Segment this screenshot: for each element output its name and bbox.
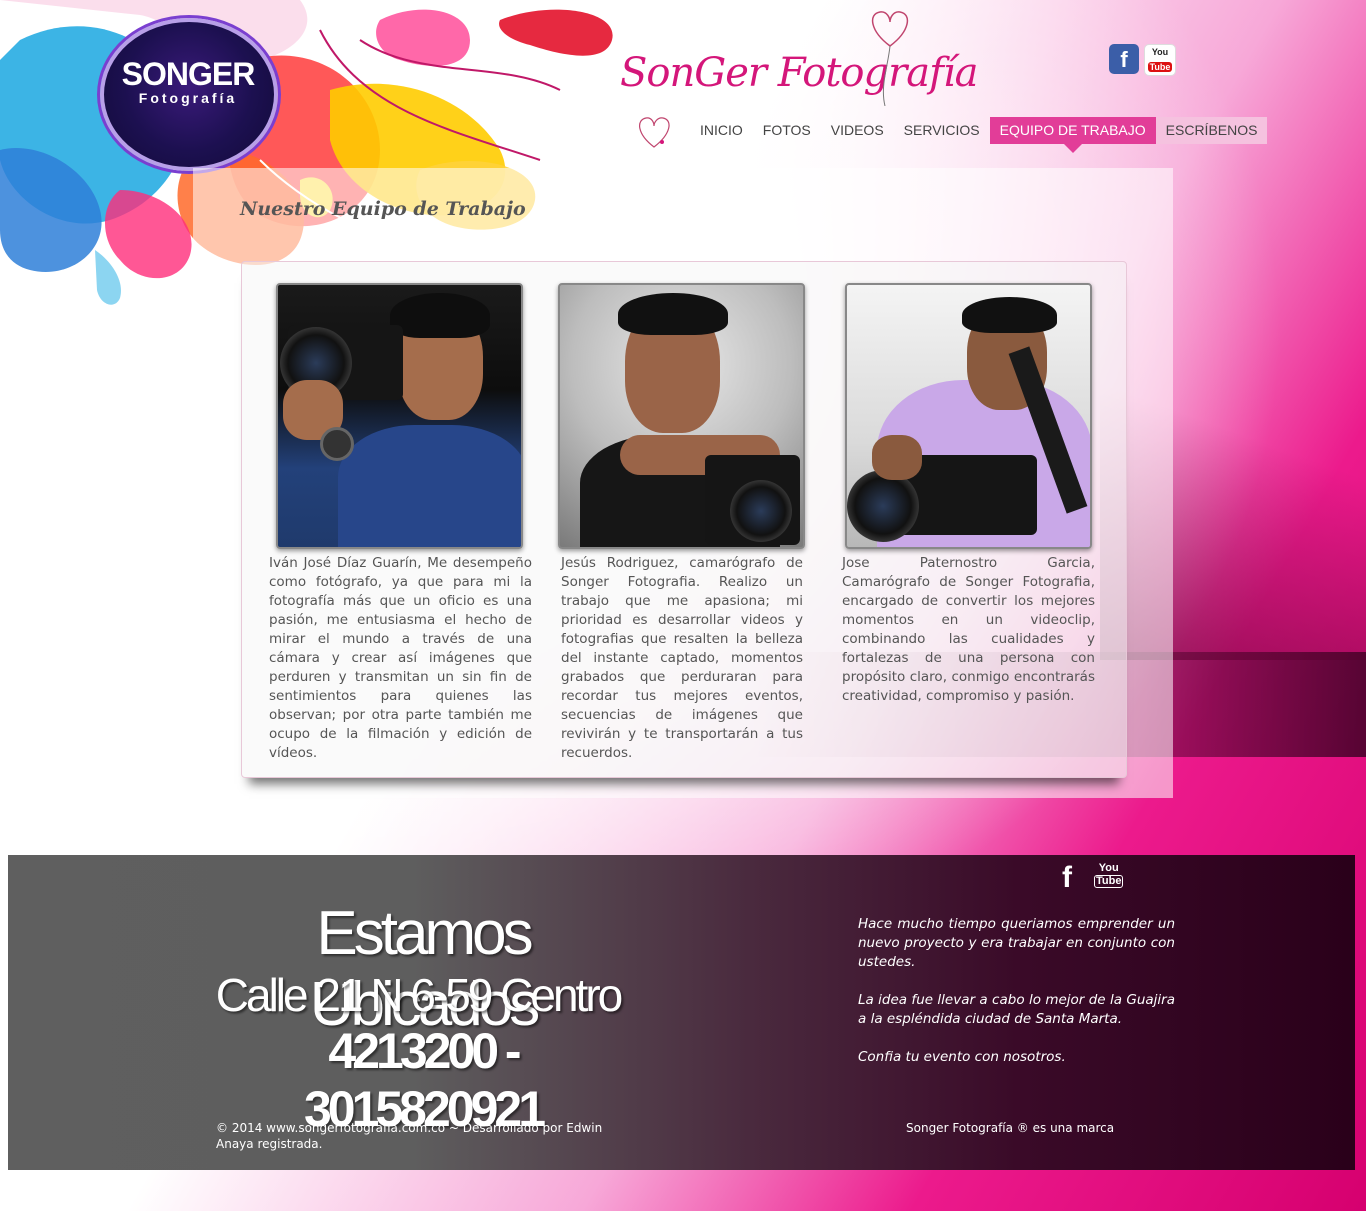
nav-item-equipo-de-trabajo[interactable]: EQUIPO DE TRABAJO xyxy=(989,117,1156,153)
footer-youtube-tube-label: Tube xyxy=(1094,875,1124,888)
camera-lens-shape xyxy=(730,480,792,542)
heart-balloon-icon xyxy=(871,11,909,106)
footer-youtube-you-label: You xyxy=(1098,862,1119,874)
footer-youtube-icon[interactable]: You Tube xyxy=(1094,862,1124,888)
nav-item-videos[interactable]: VIDEOS xyxy=(821,117,894,144)
youtube-icon[interactable]: You Tube xyxy=(1144,44,1176,76)
team-description-jose: Jose Paternostro Garcia, Camarógrafo de … xyxy=(842,555,1095,704)
copyright-text: © 2014 www.songerfotografia.com.co ~ Des… xyxy=(216,1121,603,1151)
about-text: Hace mucho tiempo queriamos emprender un… xyxy=(858,915,1175,1086)
brand-title: SonGer Fotografía xyxy=(620,50,979,96)
team-description-ivan: Iván José Díaz Guarín, Me desempeño como… xyxy=(269,555,532,761)
hand-shape xyxy=(872,435,922,480)
wristwatch-shape xyxy=(320,427,354,461)
main-nav: INICIO FOTOS VIDEOS SERVICIOS EQUIPO DE … xyxy=(690,117,1268,153)
logo-title: SONGER xyxy=(121,56,256,92)
about-paragraph: Confia tu evento con nosotros. xyxy=(858,1049,1066,1065)
nav-item-escribenos[interactable]: ESCRÍBENOS xyxy=(1155,117,1268,144)
team-description-jesus: Jesús Rodriguez, camarógrafo de Songer F… xyxy=(561,555,803,761)
hair-shape xyxy=(390,293,490,338)
team-photo-jesus[interactable] xyxy=(558,283,805,549)
hair-shape xyxy=(618,293,728,335)
location-address: Calle 21 N 6-59 Centro xyxy=(215,969,623,1021)
facebook-icon[interactable]: f xyxy=(1109,44,1139,74)
heart-icon xyxy=(639,117,670,148)
youtube-you-label: You xyxy=(1151,47,1169,57)
hair-shape xyxy=(962,297,1057,333)
logo-subtitle: Fotografía xyxy=(138,90,238,106)
footer-facebook-icon[interactable]: f xyxy=(1062,863,1072,893)
team-photo-ivan[interactable] xyxy=(276,283,523,549)
camera-lens-shape xyxy=(847,470,919,542)
nav-item-servicios[interactable]: SERVICIOS xyxy=(894,117,990,144)
shirt-shape xyxy=(338,425,521,547)
about-paragraph: La idea fue llevar a cabo lo mejor de la… xyxy=(858,992,1175,1027)
nav-item-fotos[interactable]: FOTOS xyxy=(753,117,821,144)
page-title: Nuestro Equipo de Trabajo xyxy=(240,198,526,220)
about-paragraph: Hace mucho tiempo queriamos emprender un… xyxy=(858,916,1175,970)
nav-item-inicio[interactable]: INICIO xyxy=(690,117,753,144)
youtube-tube-label: Tube xyxy=(1147,62,1173,72)
team-photo-jose[interactable] xyxy=(845,283,1092,549)
trademark-text: Songer Fotografía ® es una marca xyxy=(906,1121,1115,1135)
